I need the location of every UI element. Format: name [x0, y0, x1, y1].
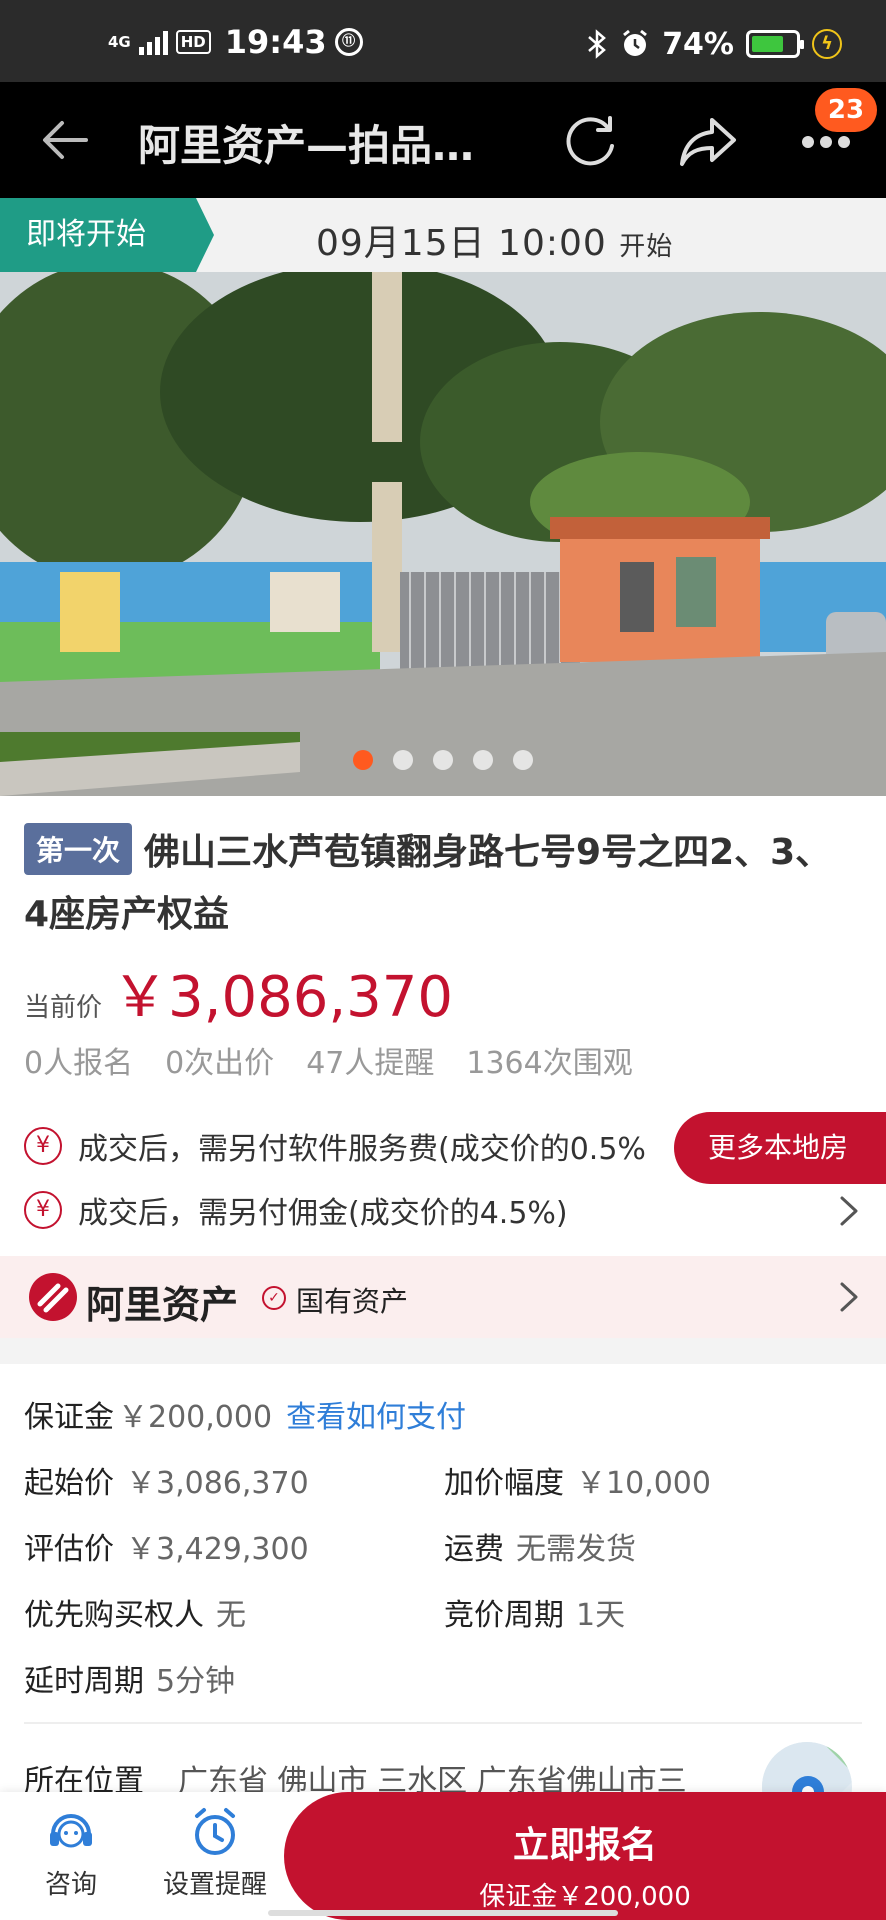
gallery-dot[interactable]	[513, 750, 533, 770]
appraisal-label: 评估价	[24, 1532, 114, 1567]
nav-bar: 阿里资产—拍品… 23	[0, 82, 886, 198]
deposit-label: 保证金	[24, 1400, 114, 1435]
status-left: 4G HD 19:43 ⑪	[108, 22, 363, 62]
gallery-dot[interactable]	[393, 750, 413, 770]
yuan-icon: ¥	[24, 1191, 62, 1229]
auction-status-banner: 即将开始 09月15日 10:00 开始	[0, 198, 886, 272]
signup-deposit: 保证金￥200,000	[479, 1882, 691, 1912]
hd-icon: HD	[175, 30, 211, 54]
priority-value: 无	[216, 1598, 246, 1633]
consult-label: 咨询	[44, 1870, 97, 1900]
stat-bids: 0次出价	[165, 1046, 275, 1081]
increment-row: 加价幅度 ￥10,000	[444, 1458, 711, 1502]
gallery-dot[interactable]	[473, 750, 493, 770]
page-title: 阿里资产—拍品…	[138, 121, 475, 170]
charging-icon: ϟ	[812, 29, 842, 59]
cycle-value: 1天	[576, 1598, 626, 1633]
signup-label: 立即报名	[512, 1825, 657, 1866]
shipping-row: 运费 无需发货	[444, 1524, 636, 1568]
appraisal-value: ￥3,429,300	[126, 1532, 309, 1567]
property-photo[interactable]	[0, 272, 886, 796]
how-to-pay-link[interactable]: 查看如何支付	[286, 1400, 466, 1435]
brand-tag: 国有资产	[296, 1285, 409, 1318]
start-price-label: 起始价	[24, 1466, 114, 1501]
current-price-row: 当前价 ￥3,086,370	[24, 952, 453, 1033]
auction-status-tag: 即将开始	[0, 198, 214, 272]
stat-reminders: 47人提醒	[306, 1046, 435, 1081]
ali-assets-logo-icon	[29, 1273, 77, 1321]
shipping-value: 无需发货	[516, 1532, 636, 1567]
set-reminder-button[interactable]: 设置提醒	[160, 1806, 270, 1901]
item-title: 佛山三水芦苞镇翻身路七号9号之四2、3、4座房产权益	[24, 832, 832, 935]
status-right: 74% ϟ	[586, 26, 842, 62]
clock: 19:43	[224, 23, 327, 61]
fee-commission[interactable]: ¥ 成交后，需另付佣金(成交价的4.5%)	[24, 1182, 568, 1238]
start-price-value: ￥3,086,370	[126, 1466, 309, 1501]
start-time-value: 09月15日 10:00	[316, 223, 607, 264]
increment-value: ￥10,000	[576, 1466, 711, 1501]
cycle-label: 竞价周期	[444, 1598, 564, 1633]
chevron-right-icon[interactable]	[838, 1194, 860, 1228]
stats-row: 0人报名 0次出价 47人提醒 1364次围观	[24, 1038, 633, 1082]
cycle-row: 竞价周期 1天	[444, 1590, 625, 1634]
chevron-right-icon	[840, 1282, 858, 1312]
gallery-dot[interactable]	[353, 750, 373, 770]
shipping-label: 运费	[444, 1532, 504, 1567]
current-price: ￥3,086,370	[112, 965, 454, 1030]
signal-icon	[138, 29, 168, 55]
brand-name: 阿里资产	[86, 1283, 239, 1327]
fee-commission-text: 成交后，需另付佣金(成交价的4.5%)	[78, 1196, 568, 1231]
auction-start-time: 09月15日 10:00 开始	[316, 214, 673, 266]
bluetooth-icon	[588, 29, 607, 59]
notification-badge: 23	[815, 88, 877, 132]
section-gap	[0, 1338, 886, 1364]
more-local-properties-button[interactable]: 更多本地房	[674, 1112, 886, 1184]
start-price-row: 起始价 ￥3,086,370	[24, 1458, 309, 1502]
stat-signups: 0人报名	[24, 1046, 134, 1081]
back-arrow-icon[interactable]	[40, 118, 90, 162]
delay-row: 延时周期 5分钟	[24, 1656, 235, 1700]
start-time-suffix: 开始	[619, 232, 674, 262]
fee-service-text: 成交后，需另付软件服务费(成交价的0.5%	[78, 1132, 646, 1167]
deposit-row: 保证金 ￥200,000 查看如何支付	[24, 1392, 466, 1436]
gallery-dot[interactable]	[433, 750, 453, 770]
auction-round-badge: 第一次	[24, 823, 133, 875]
divider	[24, 1722, 862, 1724]
gallery-dots[interactable]	[0, 750, 886, 770]
item-title-block: 第一次 佛山三水芦苞镇翻身路七号9号之四2、3、4座房产权益	[24, 822, 854, 946]
increment-label: 加价幅度	[444, 1466, 564, 1501]
share-icon[interactable]	[678, 112, 738, 170]
headset-icon	[50, 1814, 92, 1848]
network-type: 4G	[108, 33, 131, 51]
refresh-icon[interactable]	[560, 112, 620, 170]
fee-service[interactable]: ¥ 成交后，需另付软件服务费(成交价的0.5%	[24, 1118, 646, 1174]
signup-button[interactable]: 立即报名 保证金￥200,000	[284, 1792, 886, 1920]
bottom-action-bar: 咨询 设置提醒 立即报名 保证金￥200,000	[0, 1792, 886, 1920]
priority-row: 优先购买权人无	[24, 1590, 246, 1634]
delay-label: 延时周期	[24, 1664, 144, 1699]
home-indicator[interactable]	[268, 1910, 618, 1916]
yuan-icon: ¥	[24, 1127, 62, 1165]
deposit-value: ￥200,000	[118, 1400, 273, 1435]
current-price-label: 当前价	[24, 993, 103, 1023]
consult-button[interactable]: 咨询	[38, 1806, 104, 1901]
set-reminder-label: 设置提醒	[162, 1870, 267, 1900]
brand-row[interactable]: 阿里资产 ✓ 国有资产	[0, 1256, 886, 1338]
battery-percent: 74%	[662, 26, 734, 62]
appraisal-row: 评估价 ￥3,429,300	[24, 1524, 309, 1568]
alarm-clock-icon	[195, 1808, 235, 1855]
delay-value: 5分钟	[156, 1664, 236, 1699]
stat-views: 1364次围观	[466, 1046, 633, 1081]
property-photo-image	[0, 272, 886, 796]
more-icon[interactable]	[800, 134, 852, 150]
status-bar: 4G HD 19:43 ⑪ 74% ϟ	[0, 0, 886, 82]
priority-label: 优先购买权人	[24, 1598, 204, 1633]
battery-icon	[746, 30, 804, 58]
check-circle-icon: ✓	[262, 1286, 286, 1310]
alarm-icon	[623, 29, 648, 56]
notification-icon: ⑪	[334, 28, 363, 56]
